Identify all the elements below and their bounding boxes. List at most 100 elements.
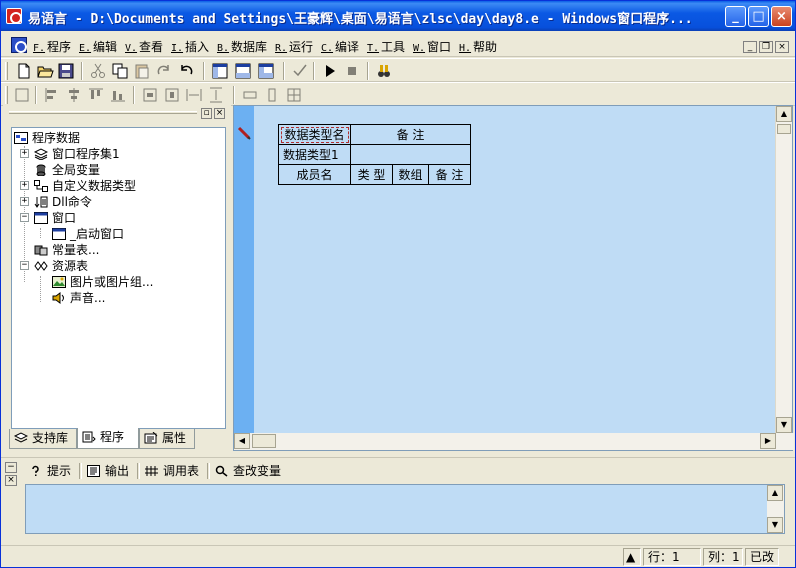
save-icon[interactable] xyxy=(57,62,75,80)
menu-compile[interactable]: C. 编译 xyxy=(321,38,359,55)
editor-vertical-scrollbar[interactable]: ▲ ▼ xyxy=(775,106,792,434)
align-left-icon[interactable] xyxy=(43,86,61,104)
tree-item-datatypes[interactable]: 自定义数据类型 xyxy=(34,178,136,194)
layout-left-panel-icon[interactable] xyxy=(211,62,229,80)
editor-horizontal-scrollbar[interactable]: ◀ ▶ xyxy=(234,433,794,450)
panel-grip[interactable] xyxy=(9,111,197,114)
expand-toggle[interactable]: + xyxy=(20,197,29,206)
scroll-thumb[interactable] xyxy=(777,124,791,134)
scroll-left-button[interactable]: ◀ xyxy=(234,433,250,449)
check-icon[interactable] xyxy=(291,62,309,80)
mdi-minimize-button[interactable]: _ xyxy=(743,41,757,53)
status-expand-button[interactable]: ▲ xyxy=(623,548,641,566)
panel-minimize-button[interactable]: − xyxy=(5,462,17,473)
column-array[interactable]: 数组 xyxy=(392,164,429,185)
tree-item-resources[interactable]: 资源表 xyxy=(34,258,88,274)
panel-close-button[interactable]: × xyxy=(214,108,225,119)
find-binoculars-icon[interactable] xyxy=(375,62,393,80)
title-bar[interactable]: 易语言 - D:\Documents and Settings\王豪辉\桌面\易… xyxy=(1,1,795,31)
tab-call-table[interactable]: 调用表 xyxy=(136,460,199,482)
datatype-name-cell[interactable]: 数据类型1 xyxy=(278,144,351,165)
tab-properties[interactable]: 属性 xyxy=(139,429,195,449)
same-width-icon[interactable] xyxy=(241,86,259,104)
menu-label: 工具 xyxy=(381,40,406,54)
output-textarea[interactable]: ▲ ▼ xyxy=(25,484,785,534)
collapse-toggle[interactable]: − xyxy=(20,261,29,270)
layout-full-icon[interactable] xyxy=(257,62,275,80)
redo-icon[interactable] xyxy=(155,62,173,80)
column-type[interactable]: 类 型 xyxy=(350,164,393,185)
minimize-button[interactable]: _ xyxy=(725,6,746,27)
tree-item-windows[interactable]: 窗口 xyxy=(34,210,76,226)
column-remark[interactable]: 备 注 xyxy=(428,164,471,185)
tab-hint[interactable]: 提示 xyxy=(25,460,71,482)
copy-icon[interactable] xyxy=(111,62,129,80)
menu-edit[interactable]: E. 编辑 xyxy=(79,38,117,55)
tree-item-sounds[interactable]: 声音... xyxy=(52,290,105,306)
tree-item-pictures[interactable]: 图片或图片组... xyxy=(52,274,153,290)
datatype-remark-cell[interactable] xyxy=(350,144,471,165)
center-horizontal-icon[interactable] xyxy=(141,86,159,104)
toolbar-grip[interactable] xyxy=(5,86,8,104)
code-editor[interactable]: 数据类型名 备 注 数据类型1 成员名 类 型 数组 备 注 ▲ ▼ ◀ ▶ xyxy=(233,105,794,451)
tree-item-startup-window[interactable]: _启动窗口 xyxy=(52,226,124,242)
mdi-restore-button[interactable]: ❐ xyxy=(759,41,773,53)
undo-icon[interactable] xyxy=(177,62,195,80)
form-icon[interactable] xyxy=(13,86,31,104)
new-file-icon[interactable] xyxy=(15,62,33,80)
menu-database[interactable]: B. 数据库 xyxy=(217,38,267,55)
scroll-up-button[interactable]: ▲ xyxy=(776,106,792,122)
expand-toggle[interactable]: + xyxy=(20,149,29,158)
menu-help[interactable]: H. 帮助 xyxy=(459,38,497,55)
header-datatype-name[interactable]: 数据类型名 xyxy=(278,124,351,145)
stop-icon[interactable] xyxy=(343,62,361,80)
panel-restore-button[interactable]: ▫ xyxy=(201,108,212,119)
cut-icon[interactable] xyxy=(89,62,107,80)
align-bottom-icon[interactable] xyxy=(109,86,127,104)
scroll-down-button[interactable]: ▼ xyxy=(776,417,792,433)
menu-tools[interactable]: T. 工具 xyxy=(367,38,405,55)
expand-toggle[interactable]: + xyxy=(20,181,29,190)
align-top-icon[interactable] xyxy=(87,86,105,104)
tab-program[interactable]: 程序 xyxy=(77,428,139,449)
column-member-name[interactable]: 成员名 xyxy=(278,164,351,185)
align-center-icon[interactable] xyxy=(65,86,83,104)
collapse-toggle[interactable]: − xyxy=(20,213,29,222)
header-remark[interactable]: 备 注 xyxy=(350,124,471,145)
app-icon[interactable] xyxy=(6,8,22,24)
center-vertical-icon[interactable] xyxy=(163,86,181,104)
tree-item-assembly[interactable]: 窗口程序集1 xyxy=(34,146,120,162)
mdi-close-button[interactable]: × xyxy=(775,41,789,53)
same-size-icon[interactable] xyxy=(285,86,303,104)
tab-watch-variables[interactable]: 查改变量 xyxy=(206,460,281,482)
space-vertical-icon[interactable] xyxy=(207,86,225,104)
space-horizontal-icon[interactable] xyxy=(185,86,203,104)
tree-root[interactable]: 程序数据 xyxy=(14,130,80,146)
tab-output[interactable]: 输出 xyxy=(78,460,129,482)
tree-item-constants[interactable]: 常量表... xyxy=(34,242,99,258)
open-folder-icon[interactable] xyxy=(36,62,54,80)
scroll-up-button[interactable]: ▲ xyxy=(767,485,783,501)
same-height-icon[interactable] xyxy=(263,86,281,104)
mdi-app-icon[interactable] xyxy=(11,37,27,53)
editor-gutter[interactable] xyxy=(234,106,254,434)
output-scrollbar[interactable]: ▲ ▼ xyxy=(767,485,784,533)
scroll-right-button[interactable]: ▶ xyxy=(760,433,776,449)
scroll-down-button[interactable]: ▼ xyxy=(767,517,783,533)
layout-bottom-panel-icon[interactable] xyxy=(234,62,252,80)
paste-icon[interactable] xyxy=(133,62,151,80)
menu-window[interactable]: W. 窗口 xyxy=(413,38,451,55)
run-icon[interactable] xyxy=(321,62,339,80)
toolbar-grip[interactable] xyxy=(5,62,8,80)
menu-run[interactable]: R. 运行 xyxy=(275,38,313,55)
scroll-thumb[interactable] xyxy=(252,434,276,448)
tree-item-globals[interactable]: 全局变量 xyxy=(34,162,100,178)
panel-close-button[interactable]: × xyxy=(5,475,17,486)
maximize-button[interactable]: □ xyxy=(748,6,769,27)
close-button[interactable]: × xyxy=(771,6,792,27)
tab-library[interactable]: 支持库 xyxy=(9,429,77,449)
menu-view[interactable]: V. 查看 xyxy=(125,38,163,55)
menu-insert[interactable]: I. 插入 xyxy=(171,38,209,55)
menu-program[interactable]: F. 程序 xyxy=(33,38,71,55)
tree-item-dll[interactable]: Dll命令 xyxy=(34,194,92,210)
